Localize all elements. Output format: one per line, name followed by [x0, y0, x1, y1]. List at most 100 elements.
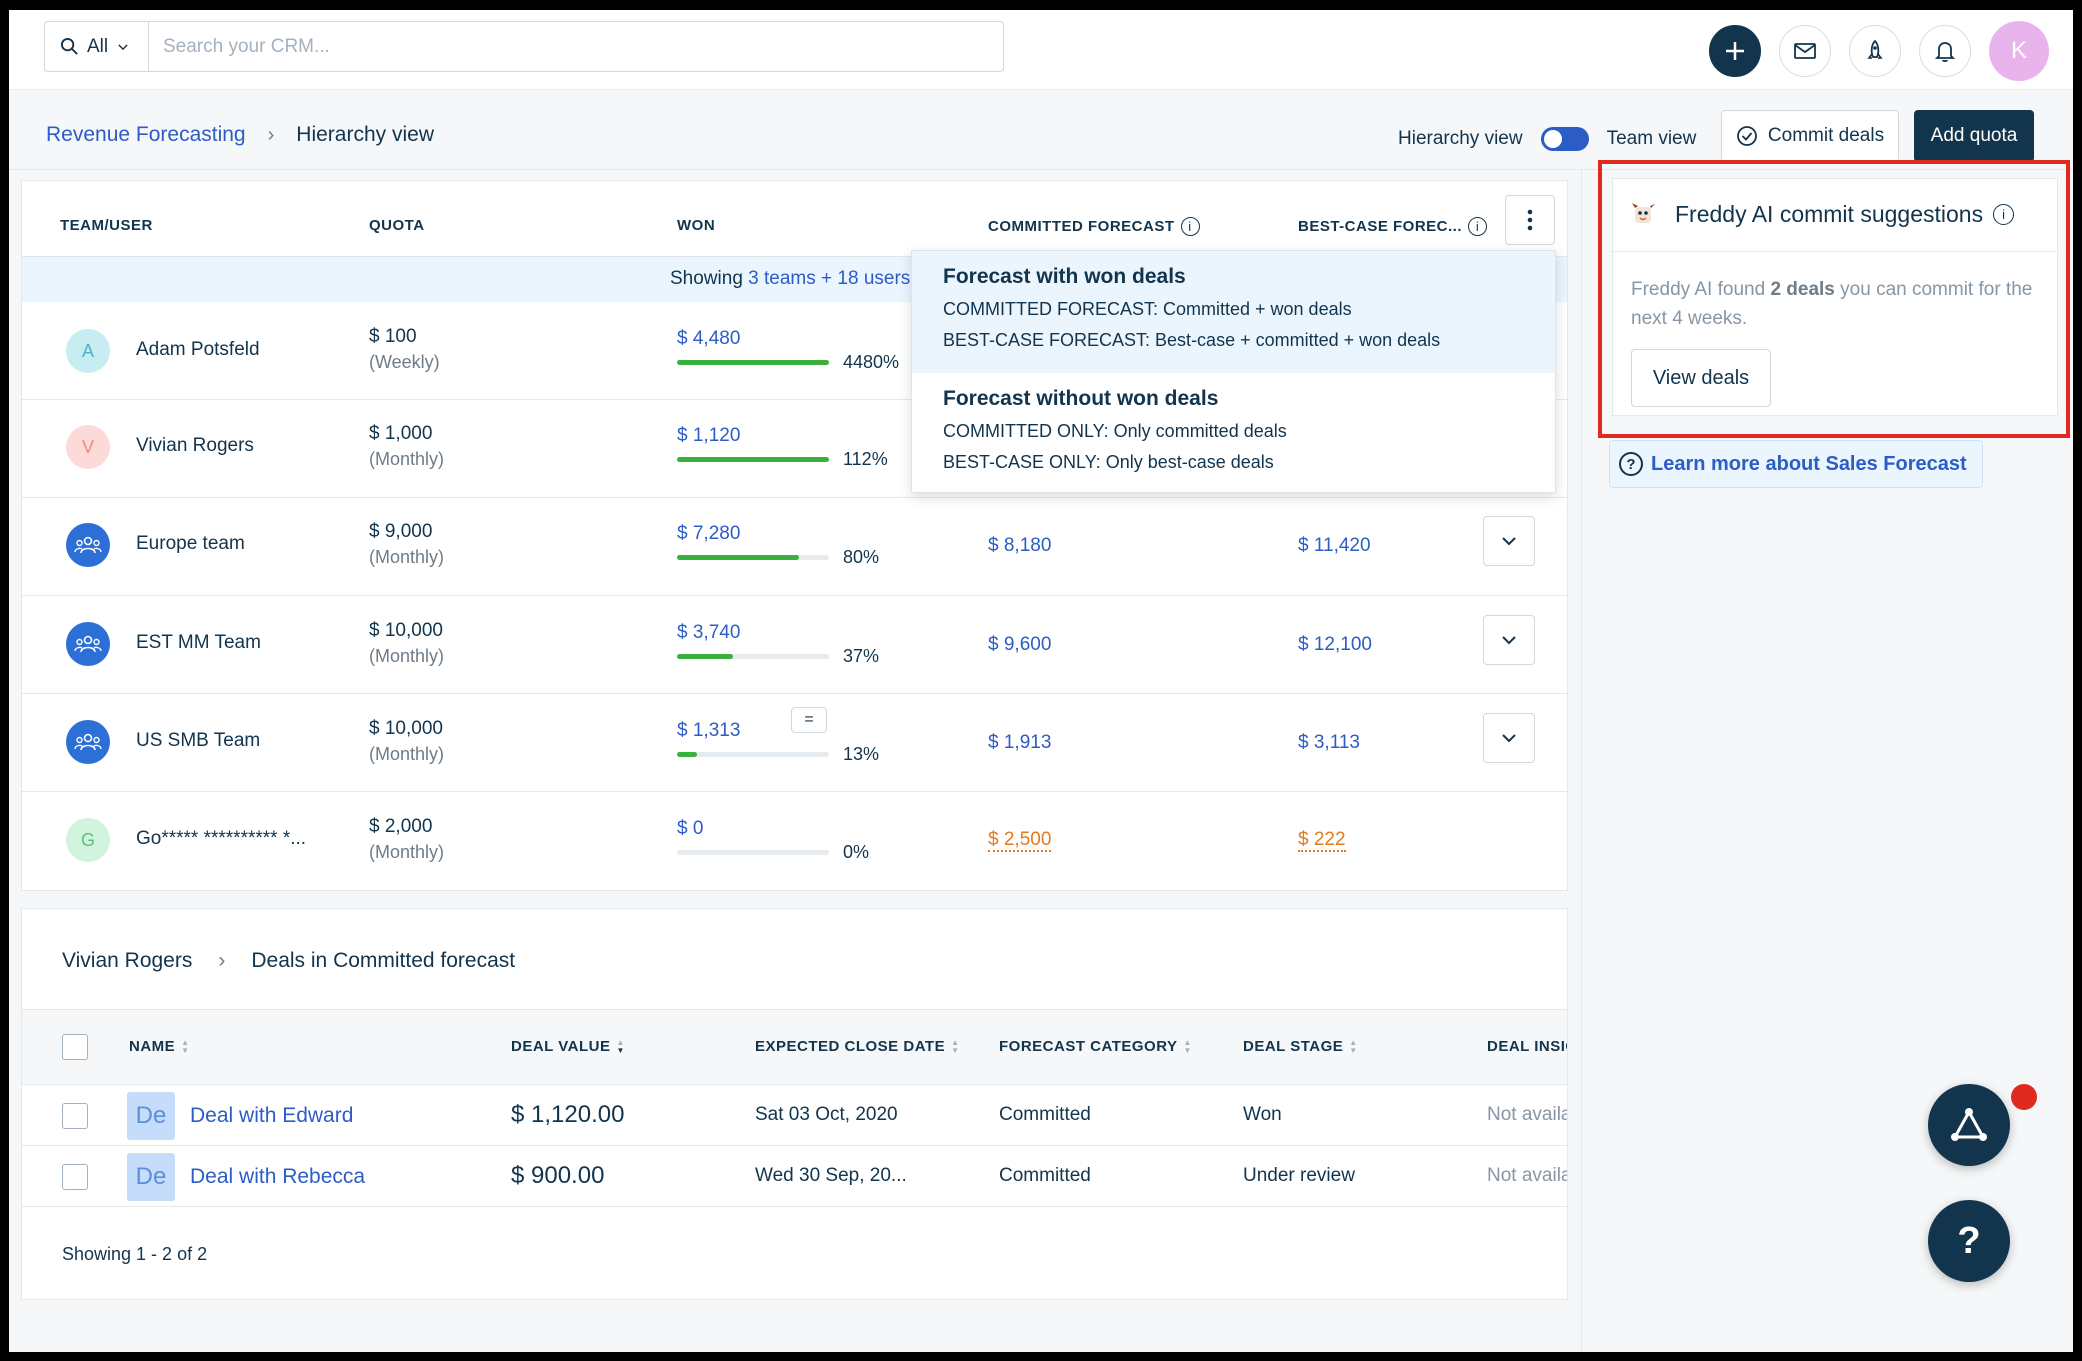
notification-dot [2011, 1084, 2037, 1110]
showing-link[interactable]: 3 teams + 18 users [748, 268, 910, 289]
select-all-checkbox[interactable] [62, 1034, 88, 1060]
deal-stage: Under review [1243, 1165, 1355, 1186]
col-close-date[interactable]: EXPECTED CLOSE DATE ▲ ▼ [755, 1038, 960, 1055]
team-icon [74, 733, 102, 751]
deal-row[interactable]: De Deal with Rebecca $ 900.00 Wed 30 Sep… [22, 1146, 1567, 1207]
row-checkbox[interactable] [62, 1164, 88, 1190]
won-value[interactable]: $ 0 [677, 818, 703, 840]
committed-value[interactable]: $ 1,913 [988, 732, 1051, 754]
commit-deals-label: Commit deals [1767, 125, 1885, 146]
deal-forecast-category: Committed [999, 1104, 1091, 1125]
chevron-down-icon [1502, 636, 1516, 645]
col-forecast-category-label: FORECAST CATEGORY [999, 1038, 1178, 1055]
deals-table-header: NAME ▲ ▼ DEAL VALUE ▲ ▼ EXPECTED CLOSE DATE ▲… [22, 1009, 1567, 1085]
won-progress-bar [677, 850, 829, 855]
add-quota-button[interactable]: Add quota [1914, 110, 2034, 162]
col-best-case-forecast: BEST-CASE FOREC... i [1298, 217, 1488, 236]
quota-period: (Monthly) [369, 842, 445, 862]
quota-period: (Monthly) [369, 449, 445, 469]
help-icon: ? [1619, 452, 1643, 476]
best-case-value[interactable]: $ 12,100 [1298, 634, 1372, 656]
view-toggle-switch[interactable] [1540, 127, 1589, 151]
deals-crumb-title: Deals in Committed forecast [251, 949, 516, 972]
pagination-summary: Showing 1 - 2 of 2 [62, 1244, 208, 1264]
won-value[interactable]: $ 1,120 [677, 425, 740, 447]
forecast-options-button[interactable] [1505, 195, 1555, 245]
best-case-value[interactable]: $ 222 [1298, 829, 1346, 852]
chevron-down-icon [118, 43, 128, 50]
menu-item-without-won-deals[interactable]: Forecast without won deals COMMITTED ONL… [912, 373, 1555, 494]
deals-panel: Vivian Rogers › Deals in Committed forec… [21, 908, 1568, 1300]
info-icon[interactable]: i [1468, 217, 1488, 236]
help-fab-button[interactable]: ? [1928, 1200, 2010, 1282]
deal-name-link[interactable]: Deal with Edward [190, 1104, 353, 1128]
won-value[interactable]: $ 3,740 [677, 622, 740, 644]
search-scope-dropdown[interactable]: All [45, 22, 149, 71]
table-row[interactable]: G Go***** ********** *... $ 2,000 (Month… [22, 792, 1567, 890]
won-value[interactable]: $ 7,280 [677, 523, 740, 545]
kebab-menu-icon [1527, 209, 1533, 231]
chevron-down-icon [1502, 537, 1516, 546]
col-deal-insights[interactable]: DEAL INSIG [1487, 1038, 1567, 1055]
table-row[interactable]: EST MM Team $ 10,000 (Monthly) $ 3,740 3… [22, 596, 1567, 694]
col-quota: QUOTA [369, 217, 425, 234]
menu-item-with-won-deals[interactable]: Forecast with won deals COMMITTED FORECA… [912, 251, 1555, 373]
best-case-value[interactable]: $ 3,113 [1298, 732, 1360, 754]
breadcrumb-revenue-forecasting[interactable]: Revenue Forecasting [46, 123, 246, 147]
committed-value[interactable]: $ 9,600 [988, 634, 1051, 656]
avatar: A [66, 329, 110, 373]
team-icon [74, 536, 102, 554]
quota-value: $ 100 [369, 326, 417, 347]
table-row[interactable]: Europe team $ 9,000 (Monthly) $ 7,280 80… [22, 498, 1567, 596]
won-progress-bar [677, 360, 829, 365]
avatar: V [66, 425, 110, 469]
deal-row[interactable]: De Deal with Edward $ 1,120.00 Sat 03 Oc… [22, 1085, 1567, 1146]
info-icon[interactable]: i [1993, 204, 2015, 225]
menu-item-title: Forecast with won deals [943, 265, 1186, 288]
commit-deals-button[interactable]: Commit deals [1721, 110, 1899, 162]
notifications-button[interactable] [1919, 25, 1971, 77]
create-new-button[interactable] [1709, 25, 1761, 77]
menu-item-desc: BEST-CASE ONLY: Only best-case deals [943, 452, 1274, 472]
col-forecast-category[interactable]: FORECAST CATEGORY ▲ ▼ [999, 1038, 1192, 1055]
user-avatar[interactable]: K [1989, 21, 2049, 81]
deal-name-link[interactable]: Deal with Rebecca [190, 1165, 365, 1189]
search-input[interactable] [149, 22, 1003, 71]
col-won: WON [677, 217, 715, 234]
col-deal-stage[interactable]: DEAL STAGE ▲ ▼ [1243, 1038, 1358, 1055]
quota-value: $ 10,000 [369, 718, 443, 739]
rocket-button[interactable] [1849, 25, 1901, 77]
deal-value: $ 900.00 [511, 1162, 605, 1189]
committed-value[interactable]: $ 2,500 [988, 829, 1052, 852]
col-deal-value-label: DEAL VALUE [511, 1038, 611, 1055]
won-value[interactable]: $ 1,313 [677, 720, 740, 742]
deal-avatar: De [127, 1092, 175, 1140]
divider [1613, 251, 2057, 252]
expand-row-button[interactable] [1483, 713, 1535, 763]
workflow-fab-button[interactable] [1928, 1084, 2010, 1166]
learn-more-link[interactable]: ? Learn more about Sales Forecast [1609, 440, 1983, 488]
deal-value: $ 1,120.00 [511, 1101, 625, 1128]
row-checkbox[interactable] [62, 1103, 88, 1129]
freddy-title: Freddy AI commit suggestions i [1675, 201, 2015, 228]
col-close-date-label: EXPECTED CLOSE DATE [755, 1038, 946, 1055]
breadcrumb-current: Hierarchy view [296, 123, 434, 146]
best-case-value[interactable]: $ 11,420 [1298, 535, 1371, 557]
info-icon[interactable]: i [1180, 217, 1200, 236]
expand-row-button[interactable] [1483, 615, 1535, 665]
committed-value[interactable]: $ 8,180 [988, 535, 1051, 557]
panel-resize-handle[interactable]: = [791, 707, 827, 733]
mail-button[interactable] [1779, 25, 1831, 77]
top-bar: All K [9, 10, 2073, 90]
forecast-options-menu: Forecast with won deals COMMITTED FORECA… [911, 250, 1556, 493]
col-deal-stage-label: DEAL STAGE [1243, 1038, 1344, 1055]
col-deal-value[interactable]: DEAL VALUE ▲ ▼ [511, 1038, 625, 1055]
deals-crumb-user[interactable]: Vivian Rogers [62, 949, 192, 973]
won-progress-fill [677, 752, 697, 757]
rocket-icon [1867, 39, 1883, 59]
app-frame: All K Revenue Forecasting › Hie [9, 10, 2073, 1352]
expand-row-button[interactable] [1483, 516, 1535, 566]
won-value[interactable]: $ 4,480 [677, 328, 740, 350]
view-deals-button[interactable]: View deals [1631, 349, 1771, 407]
col-name[interactable]: NAME ▲ ▼ [129, 1038, 190, 1055]
